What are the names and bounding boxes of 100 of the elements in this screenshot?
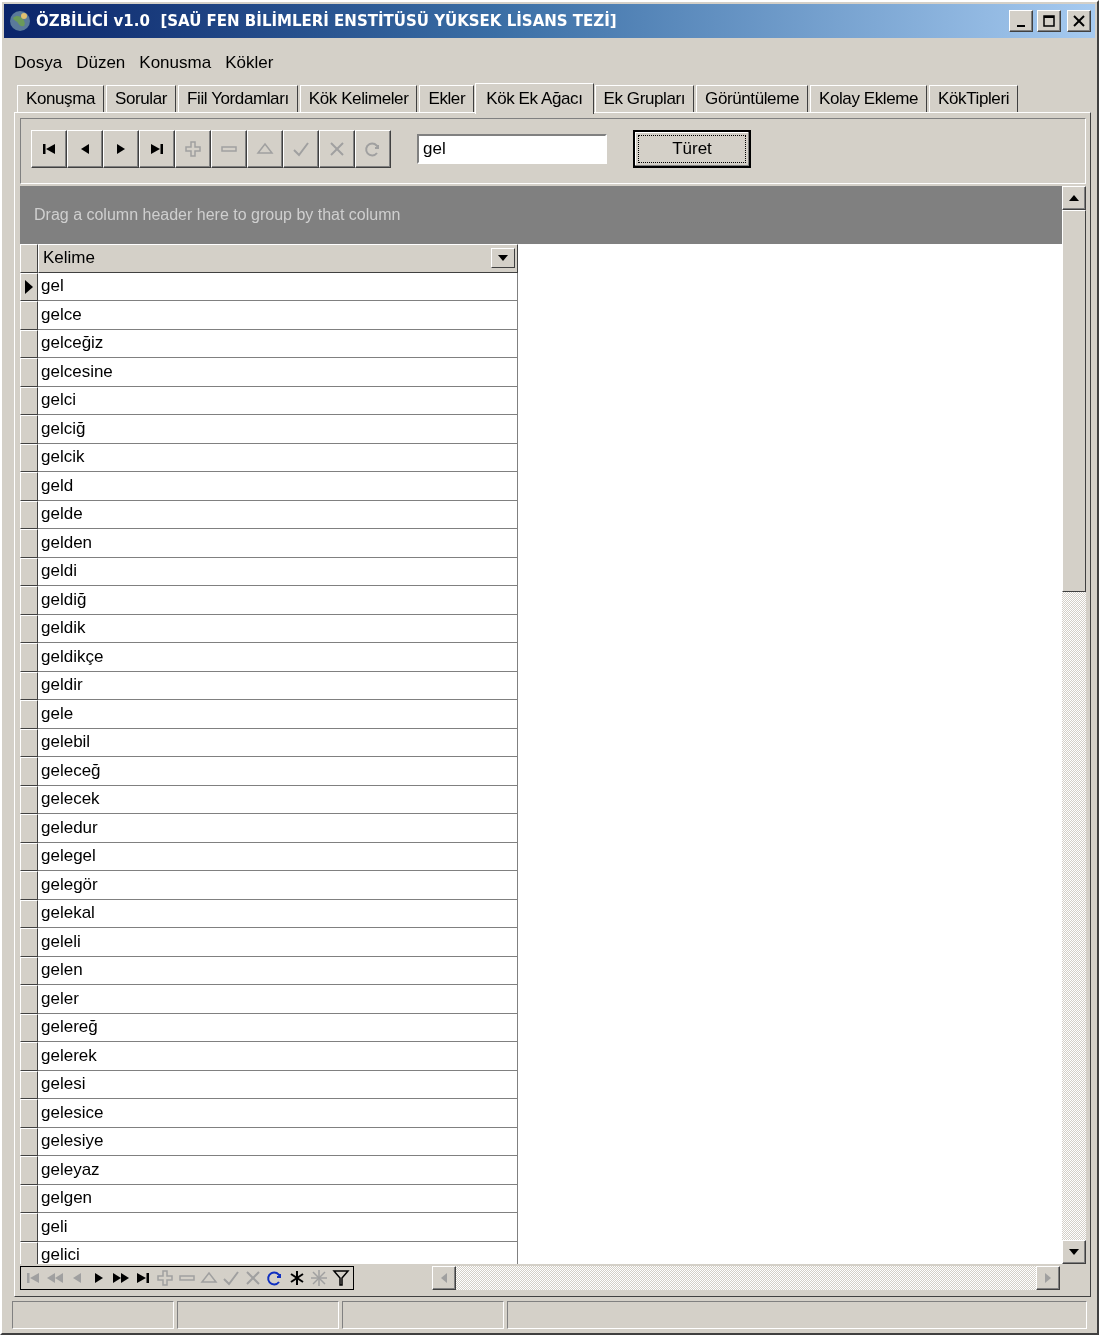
column-dropdown-button[interactable] — [491, 248, 515, 269]
table-cell: geldi — [38, 557, 518, 586]
tab[interactable]: Ek Grupları — [594, 85, 695, 112]
first-button[interactable] — [31, 130, 67, 168]
table-cell: gelcik — [38, 443, 518, 472]
row-indicator[interactable] — [20, 529, 38, 558]
row-indicator[interactable] — [20, 956, 38, 985]
table-cell: gelerek — [38, 1042, 518, 1071]
filter-icon[interactable] — [331, 1268, 351, 1288]
row-indicator[interactable] — [20, 358, 38, 387]
menu-item[interactable]: Dosya — [8, 51, 69, 75]
scroll-down-button[interactable] — [1062, 1240, 1086, 1264]
row-indicator[interactable] — [20, 386, 38, 415]
row-indicator[interactable] — [20, 700, 38, 729]
last-button[interactable] — [139, 130, 175, 168]
plus-icon — [183, 139, 203, 159]
tab[interactable]: Konuşma — [17, 85, 105, 112]
table-cell: geli — [38, 1213, 518, 1242]
row-indicator[interactable] — [20, 329, 38, 358]
table-cell: gelesice — [38, 1099, 518, 1128]
table-cell: gelekal — [38, 899, 518, 928]
row-indicator[interactable] — [20, 842, 38, 871]
table-cell: gele — [38, 700, 518, 729]
row-indicator[interactable] — [20, 814, 38, 843]
column-title: Kelime — [43, 248, 95, 269]
menu-item[interactable]: Konusma — [133, 51, 218, 75]
table-cell: gelgen — [38, 1184, 518, 1213]
row-indicator[interactable] — [20, 1184, 38, 1213]
row-indicator[interactable] — [20, 1099, 38, 1128]
row-indicator[interactable] — [20, 785, 38, 814]
table-cell: geleyaz — [38, 1156, 518, 1185]
prior-button[interactable] — [67, 130, 103, 168]
table-cell: gelebil — [38, 728, 518, 757]
row-indicator[interactable] — [20, 643, 38, 672]
row-indicator[interactable] — [20, 443, 38, 472]
menu-item[interactable]: Düzen — [70, 51, 132, 75]
tab[interactable]: KökTipleri — [929, 85, 1019, 112]
row-indicator[interactable] — [20, 728, 38, 757]
current-row-icon — [25, 279, 33, 294]
search-field[interactable]: gel — [417, 134, 607, 164]
row-indicator[interactable] — [20, 1127, 38, 1156]
table-cell: geldiğ — [38, 586, 518, 615]
row-indicator[interactable] — [20, 1156, 38, 1185]
row-indicator[interactable] — [20, 899, 38, 928]
table-cell: gelceğiz — [38, 329, 518, 358]
scroll-thumb[interactable] — [1062, 210, 1086, 592]
row-indicator[interactable] — [20, 928, 38, 957]
table-cell: gelici — [38, 1241, 518, 1264]
horizontal-scrollbar[interactable] — [432, 1266, 1060, 1290]
row-indicator[interactable] — [20, 985, 38, 1014]
scroll-up-button[interactable] — [1062, 186, 1086, 210]
table-cell: gelen — [38, 956, 518, 985]
row-indicator[interactable] — [20, 272, 38, 301]
table-cell: geleceğ — [38, 757, 518, 786]
row-indicator[interactable] — [20, 557, 38, 586]
table-cell: gelegel — [38, 842, 518, 871]
tab[interactable]: Kök Ek Ağacı — [475, 83, 594, 114]
row-indicator[interactable] — [20, 1241, 38, 1264]
derive-button[interactable]: Türet — [633, 130, 751, 168]
row-indicator[interactable] — [20, 871, 38, 900]
row-indicator[interactable] — [20, 757, 38, 786]
scroll-left-button[interactable] — [432, 1266, 456, 1290]
minimize-button[interactable] — [1009, 10, 1033, 32]
table-cell: geledur — [38, 814, 518, 843]
table-cell: geldikçe — [38, 643, 518, 672]
next-button[interactable] — [103, 130, 139, 168]
row-indicator[interactable] — [20, 301, 38, 330]
caret-icon — [497, 254, 509, 263]
row-indicator[interactable] — [20, 614, 38, 643]
tab[interactable]: Kök Kelimeler — [299, 85, 418, 112]
triangle-down-icon — [1069, 1249, 1079, 1255]
tab[interactable]: Görüntüleme — [696, 85, 808, 112]
table-cell: gelciğ — [38, 415, 518, 444]
row-indicator[interactable] — [20, 1213, 38, 1242]
maximize-icon — [1043, 15, 1055, 27]
table-cell: gelci — [38, 386, 518, 415]
tab[interactable]: Kolay Ekleme — [809, 85, 928, 112]
close-icon — [1073, 15, 1085, 27]
scroll-right-button[interactable] — [1036, 1266, 1060, 1290]
tab[interactable]: Ekler — [419, 85, 475, 112]
window-title: ÖZBİLİCİ v1.0 [SAÜ FEN BİLİMLERİ ENSTİTÜSÜ YÜKSEK LİSANS TEZİ] — [36, 12, 618, 30]
row-indicator[interactable] — [20, 415, 38, 444]
table-cell: geldir — [38, 671, 518, 700]
tab[interactable]: Sorular — [106, 85, 177, 112]
row-indicator[interactable] — [20, 586, 38, 615]
menu-item[interactable]: Kökler — [219, 51, 280, 75]
row-indicator[interactable] — [20, 500, 38, 529]
row-indicator[interactable] — [20, 472, 38, 501]
column-header[interactable]: Kelime — [38, 244, 518, 273]
row-indicator[interactable] — [20, 1070, 38, 1099]
header-corner — [20, 244, 38, 273]
maximize-button[interactable] — [1037, 10, 1061, 32]
vertical-scrollbar[interactable] — [1062, 186, 1086, 1264]
row-indicator[interactable] — [20, 671, 38, 700]
close-button[interactable] — [1067, 10, 1091, 32]
row-indicator[interactable] — [20, 1013, 38, 1042]
tab[interactable]: Fiil Yordamları — [178, 85, 298, 112]
table-cell: gelegör — [38, 871, 518, 900]
row-indicator[interactable] — [20, 1042, 38, 1071]
minimize-icon — [1017, 25, 1025, 27]
